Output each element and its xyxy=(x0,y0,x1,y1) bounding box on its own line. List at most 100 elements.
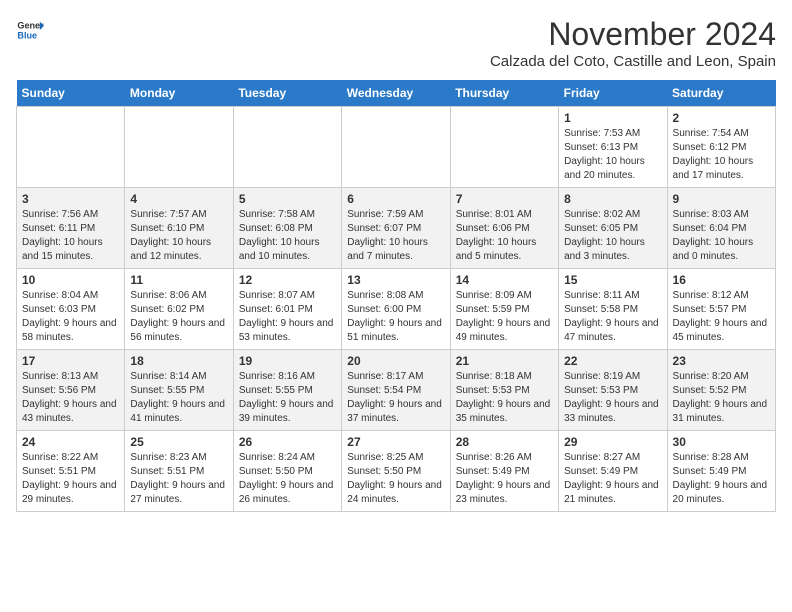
day-number: 24 xyxy=(22,435,119,449)
weekday-header-row: SundayMondayTuesdayWednesdayThursdayFrid… xyxy=(17,80,776,107)
calendar-day-cell: 19 Sunrise: 8:16 AM Sunset: 5:55 PM Dayli… xyxy=(233,350,341,431)
calendar-day-cell: 21 Sunrise: 8:18 AM Sunset: 5:53 PM Dayli… xyxy=(450,350,558,431)
calendar-day-cell: 13Sunrise: 8:08 AM Sunset: 6:00 PM Dayli… xyxy=(342,269,450,350)
day-info: Sunrise: 7:59 AM Sunset: 6:07 PM Dayligh… xyxy=(347,208,444,264)
month-title: November 2024 xyxy=(490,16,776,53)
day-info: Sunrise: 8:28 AM Sunset: 5:49 PM Dayligh… xyxy=(673,451,770,507)
calendar-day-cell: 14 Sunrise: 8:09 AM Sunset: 5:59 PM Dayli… xyxy=(450,269,558,350)
day-info: Sunrise: 8:16 AM Sunset: 5:55 PM Dayligh… xyxy=(239,370,336,426)
calendar-day-cell: 5 Sunrise: 7:58 AM Sunset: 6:08 PM Daylig… xyxy=(233,188,341,269)
day-info: Sunrise: 8:18 AM Sunset: 5:53 PM Dayligh… xyxy=(456,370,553,426)
calendar-day-cell: 30Sunrise: 8:28 AM Sunset: 5:49 PM Dayli… xyxy=(667,431,775,512)
calendar-day-cell: 29 Sunrise: 8:27 AM Sunset: 5:49 PM Dayli… xyxy=(559,431,667,512)
page-header: General Blue November 2024 Calzada del C… xyxy=(16,16,776,70)
day-number: 7 xyxy=(456,192,553,206)
calendar-day-cell: 2 Sunrise: 7:54 AM Sunset: 6:12 PM Daylig… xyxy=(667,107,775,188)
day-number: 9 xyxy=(673,192,770,206)
day-info: Sunrise: 8:09 AM Sunset: 5:59 PM Dayligh… xyxy=(456,289,553,345)
calendar-day-cell: 12 Sunrise: 8:07 AM Sunset: 6:01 PM Dayli… xyxy=(233,269,341,350)
day-number: 13 xyxy=(347,273,444,287)
day-info: Sunrise: 7:57 AM Sunset: 6:10 PM Dayligh… xyxy=(130,208,227,264)
calendar-day-cell: 17 Sunrise: 8:13 AM Sunset: 5:56 PM Dayli… xyxy=(17,350,125,431)
day-number: 26 xyxy=(239,435,336,449)
day-number: 20 xyxy=(347,354,444,368)
day-number: 15 xyxy=(564,273,661,287)
calendar-day-cell: 1Sunrise: 7:53 AM Sunset: 6:13 PM Daylig… xyxy=(559,107,667,188)
day-info: Sunrise: 8:17 AM Sunset: 5:54 PM Dayligh… xyxy=(347,370,444,426)
calendar-day-cell: 18 Sunrise: 8:14 AM Sunset: 5:55 PM Dayli… xyxy=(125,350,233,431)
calendar-week-row: 1Sunrise: 7:53 AM Sunset: 6:13 PM Daylig… xyxy=(17,107,776,188)
day-number: 14 xyxy=(456,273,553,287)
location-title: Calzada del Coto, Castille and Leon, Spa… xyxy=(490,53,776,70)
day-info: Sunrise: 8:03 AM Sunset: 6:04 PM Dayligh… xyxy=(673,208,770,264)
day-number: 21 xyxy=(456,354,553,368)
day-info: Sunrise: 7:58 AM Sunset: 6:08 PM Dayligh… xyxy=(239,208,336,264)
weekday-header-cell: Monday xyxy=(125,80,233,107)
day-info: Sunrise: 8:14 AM Sunset: 5:55 PM Dayligh… xyxy=(130,370,227,426)
day-number: 2 xyxy=(673,111,770,125)
calendar-day-cell: 15 Sunrise: 8:11 AM Sunset: 5:58 PM Dayli… xyxy=(559,269,667,350)
day-info: Sunrise: 8:13 AM Sunset: 5:56 PM Dayligh… xyxy=(22,370,119,426)
calendar-day-cell: 7Sunrise: 8:01 AM Sunset: 6:06 PM Daylig… xyxy=(450,188,558,269)
logo: General Blue xyxy=(16,16,44,44)
calendar-day-cell: 26Sunrise: 8:24 AM Sunset: 5:50 PM Dayli… xyxy=(233,431,341,512)
calendar-week-row: 17 Sunrise: 8:13 AM Sunset: 5:56 PM Dayli… xyxy=(17,350,776,431)
day-info: Sunrise: 8:19 AM Sunset: 5:53 PM Dayligh… xyxy=(564,370,661,426)
svg-text:Blue: Blue xyxy=(17,30,37,40)
day-number: 25 xyxy=(130,435,227,449)
calendar-week-row: 24 Sunrise: 8:22 AM Sunset: 5:51 PM Dayli… xyxy=(17,431,776,512)
calendar-day-cell: 25 Sunrise: 8:23 AM Sunset: 5:51 PM Dayli… xyxy=(125,431,233,512)
day-number: 29 xyxy=(564,435,661,449)
calendar-day-cell xyxy=(342,107,450,188)
calendar-day-cell: 9 Sunrise: 8:03 AM Sunset: 6:04 PM Daylig… xyxy=(667,188,775,269)
title-block: November 2024 Calzada del Coto, Castille… xyxy=(490,16,776,70)
calendar-day-cell: 20 Sunrise: 8:17 AM Sunset: 5:54 PM Dayli… xyxy=(342,350,450,431)
day-number: 16 xyxy=(673,273,770,287)
weekday-header-cell: Saturday xyxy=(667,80,775,107)
day-info: Sunrise: 8:11 AM Sunset: 5:58 PM Dayligh… xyxy=(564,289,661,345)
day-number: 28 xyxy=(456,435,553,449)
weekday-header-cell: Sunday xyxy=(17,80,125,107)
calendar-day-cell: 10 Sunrise: 8:04 AM Sunset: 6:03 PM Dayli… xyxy=(17,269,125,350)
day-info: Sunrise: 8:06 AM Sunset: 6:02 PM Dayligh… xyxy=(130,289,227,345)
calendar-table: SundayMondayTuesdayWednesdayThursdayFrid… xyxy=(16,80,776,512)
calendar-day-cell: 3 Sunrise: 7:56 AM Sunset: 6:11 PM Daylig… xyxy=(17,188,125,269)
day-info: Sunrise: 8:07 AM Sunset: 6:01 PM Dayligh… xyxy=(239,289,336,345)
day-info: Sunrise: 8:23 AM Sunset: 5:51 PM Dayligh… xyxy=(130,451,227,507)
calendar-week-row: 3 Sunrise: 7:56 AM Sunset: 6:11 PM Daylig… xyxy=(17,188,776,269)
calendar-day-cell: 16 Sunrise: 8:12 AM Sunset: 5:57 PM Dayli… xyxy=(667,269,775,350)
day-info: Sunrise: 7:54 AM Sunset: 6:12 PM Dayligh… xyxy=(673,127,770,183)
calendar-day-cell: 24 Sunrise: 8:22 AM Sunset: 5:51 PM Dayli… xyxy=(17,431,125,512)
day-info: Sunrise: 8:12 AM Sunset: 5:57 PM Dayligh… xyxy=(673,289,770,345)
weekday-header-cell: Wednesday xyxy=(342,80,450,107)
day-info: Sunrise: 8:22 AM Sunset: 5:51 PM Dayligh… xyxy=(22,451,119,507)
calendar-day-cell: 22Sunrise: 8:19 AM Sunset: 5:53 PM Dayli… xyxy=(559,350,667,431)
day-number: 1 xyxy=(564,111,661,125)
day-info: Sunrise: 8:27 AM Sunset: 5:49 PM Dayligh… xyxy=(564,451,661,507)
day-number: 17 xyxy=(22,354,119,368)
day-number: 12 xyxy=(239,273,336,287)
day-number: 6 xyxy=(347,192,444,206)
calendar-day-cell xyxy=(233,107,341,188)
day-info: Sunrise: 8:25 AM Sunset: 5:50 PM Dayligh… xyxy=(347,451,444,507)
day-number: 10 xyxy=(22,273,119,287)
day-info: Sunrise: 7:56 AM Sunset: 6:11 PM Dayligh… xyxy=(22,208,119,264)
calendar-day-cell: 28 Sunrise: 8:26 AM Sunset: 5:49 PM Dayli… xyxy=(450,431,558,512)
day-info: Sunrise: 8:26 AM Sunset: 5:49 PM Dayligh… xyxy=(456,451,553,507)
calendar-day-cell: 27Sunrise: 8:25 AM Sunset: 5:50 PM Dayli… xyxy=(342,431,450,512)
weekday-header-cell: Friday xyxy=(559,80,667,107)
day-number: 11 xyxy=(130,273,227,287)
calendar-day-cell xyxy=(17,107,125,188)
calendar-day-cell xyxy=(125,107,233,188)
day-number: 19 xyxy=(239,354,336,368)
weekday-header-cell: Tuesday xyxy=(233,80,341,107)
day-number: 5 xyxy=(239,192,336,206)
day-number: 3 xyxy=(22,192,119,206)
calendar-day-cell: 11 Sunrise: 8:06 AM Sunset: 6:02 PM Dayli… xyxy=(125,269,233,350)
calendar-week-row: 10 Sunrise: 8:04 AM Sunset: 6:03 PM Dayli… xyxy=(17,269,776,350)
day-number: 18 xyxy=(130,354,227,368)
calendar-day-cell xyxy=(450,107,558,188)
calendar-day-cell: 23Sunrise: 8:20 AM Sunset: 5:52 PM Dayli… xyxy=(667,350,775,431)
day-info: Sunrise: 8:04 AM Sunset: 6:03 PM Dayligh… xyxy=(22,289,119,345)
calendar-day-cell: 8Sunrise: 8:02 AM Sunset: 6:05 PM Daylig… xyxy=(559,188,667,269)
